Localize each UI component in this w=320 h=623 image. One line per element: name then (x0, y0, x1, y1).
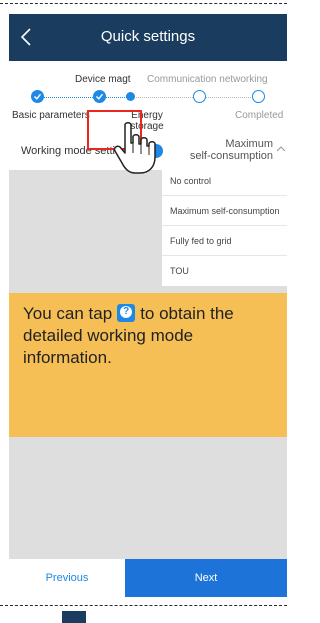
step-label-basic-parameters: Basic parameters (12, 110, 90, 121)
option-maximum-self-consumption[interactable]: Maximum self-consumption (162, 196, 287, 226)
footer-bar: Previous Next (9, 559, 287, 597)
bottom-dashed-border (0, 605, 287, 606)
chevron-up-icon[interactable] (276, 145, 286, 153)
step-label-device-magt: Device magt (75, 74, 131, 85)
previous-button[interactable]: Previous (9, 559, 125, 597)
note-text-before: You can tap (23, 304, 113, 323)
step-dot-device-magt (93, 90, 106, 103)
step-label-communication: Communication networking (147, 74, 268, 85)
next-button[interactable]: Next (125, 559, 287, 597)
option-tou[interactable]: TOU (162, 256, 287, 286)
info-note: You can tap? to obtain the detailed worki… (9, 293, 287, 437)
step-label-completed: Completed (235, 110, 284, 121)
option-fully-fed-to-grid[interactable]: Fully fed to grid (162, 226, 287, 256)
help-icon: ? (117, 304, 136, 322)
option-no-control[interactable]: No control (162, 166, 287, 196)
step-dot-energy-storage (126, 92, 135, 101)
note-text: You can tap? to obtain the detailed worki… (23, 303, 263, 369)
top-dashed-border (0, 3, 287, 4)
working-mode-dropdown: No control Maximum self-consumption Full… (162, 166, 287, 286)
pointing-hand-icon (113, 122, 156, 174)
page-title: Quick settings (100, 28, 196, 45)
step-connector (37, 97, 99, 98)
working-mode-value[interactable]: Maximum self-consumption (190, 138, 273, 162)
step-dot-basic-parameters (31, 90, 44, 103)
step-dot-communication (193, 90, 206, 103)
step-dot-completed (252, 90, 265, 103)
corner-mark (62, 611, 86, 623)
header-bar: Quick settings (9, 14, 287, 61)
phone-screen: Quick settings Device magt Communication… (9, 14, 287, 597)
